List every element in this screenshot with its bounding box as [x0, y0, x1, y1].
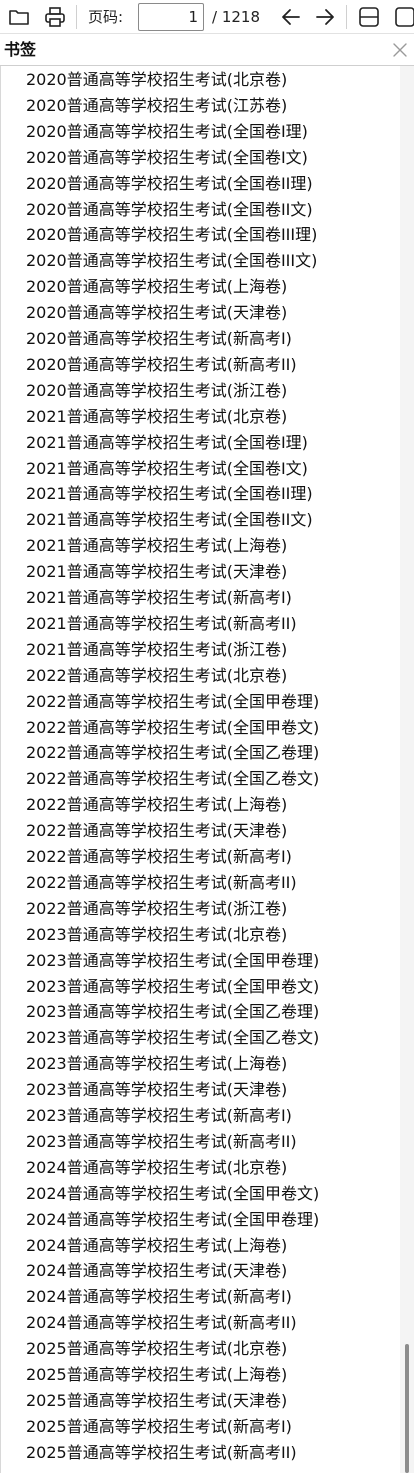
- bookmark-item[interactable]: 2023普通高等学校招生考试(北京卷): [26, 922, 287, 948]
- bookmark-item[interactable]: 2021普通高等学校招生考试(全国卷II文): [26, 507, 313, 533]
- bookmark-item[interactable]: 2024普通高等学校招生考试(新高考I): [26, 1284, 292, 1310]
- bookmark-item[interactable]: 2022普通高等学校招生考试(新高考I): [26, 844, 292, 870]
- bookmark-item[interactable]: 2022普通高等学校招生考试(浙江卷): [26, 896, 287, 922]
- arrow-right-icon[interactable]: [312, 4, 338, 30]
- bookmark-item[interactable]: 2024普通高等学校招生考试(天津卷): [26, 1258, 287, 1284]
- bookmark-item[interactable]: 2021普通高等学校招生考试(全国卷I理): [26, 430, 308, 456]
- bookmark-item[interactable]: 2022普通高等学校招生考试(上海卷): [26, 792, 287, 818]
- page-label: 页码:: [88, 8, 124, 26]
- scrollbar-thumb[interactable]: [405, 1344, 409, 1473]
- folder-icon[interactable]: [6, 4, 32, 30]
- bookmark-item[interactable]: 2020普通高等学校招生考试(天津卷): [26, 300, 287, 326]
- page-view-icon[interactable]: [392, 4, 414, 30]
- print-icon[interactable]: [42, 4, 68, 30]
- bookmark-item[interactable]: 2023普通高等学校招生考试(全国甲卷文): [26, 974, 319, 1000]
- bookmark-item[interactable]: 2024普通高等学校招生考试(上海卷): [26, 1233, 287, 1259]
- bookmark-item[interactable]: 2020普通高等学校招生考试(全国卷II理): [26, 171, 313, 197]
- page-number-input[interactable]: [138, 3, 204, 31]
- bookmark-list[interactable]: 2020普通高等学校招生考试(北京卷) 2020普通高等学校招生考试(江苏卷) 20…: [0, 66, 400, 1473]
- bookmark-item[interactable]: 2022普通高等学校招生考试(北京卷): [26, 663, 287, 689]
- bookmark-item[interactable]: 2023普通高等学校招生考试(上海卷): [26, 1051, 287, 1077]
- bookmark-item[interactable]: 2025普通高等学校招生考试(天津卷): [26, 1388, 287, 1414]
- bookmark-item[interactable]: 2021普通高等学校招生考试(浙江卷): [26, 637, 287, 663]
- bookmark-item[interactable]: 2025普通高等学校招生考试(上海卷): [26, 1362, 287, 1388]
- bookmark-item[interactable]: 2024普通高等学校招生考试(北京卷): [26, 1155, 287, 1181]
- bookmark-item[interactable]: 2025普通高等学校招生考试(新高考I): [26, 1414, 292, 1440]
- page-total: / 1218: [212, 8, 260, 26]
- toolbar: 页码: / 1218: [0, 0, 414, 34]
- bookmark-item[interactable]: 2021普通高等学校招生考试(新高考I): [26, 585, 292, 611]
- bookmark-item[interactable]: 2022普通高等学校招生考试(全国乙卷文): [26, 766, 319, 792]
- bookmark-item[interactable]: 2021普通高等学校招生考试(全国卷II理): [26, 481, 313, 507]
- bookmark-item[interactable]: 2020普通高等学校招生考试(新高考II): [26, 352, 297, 378]
- bookmark-item[interactable]: 2022普通高等学校招生考试(全国甲卷理): [26, 689, 319, 715]
- bookmark-item[interactable]: 2024普通高等学校招生考试(全国甲卷理): [26, 1207, 319, 1233]
- bookmark-item[interactable]: 2021普通高等学校招生考试(北京卷): [26, 404, 287, 430]
- bookmark-item[interactable]: 2023普通高等学校招生考试(新高考II): [26, 1129, 297, 1155]
- bookmarks-title: 书签: [4, 40, 37, 59]
- bookmark-item[interactable]: 2021普通高等学校招生考试(全国卷I文): [26, 456, 308, 482]
- bookmark-item[interactable]: 2022普通高等学校招生考试(全国乙卷理): [26, 740, 319, 766]
- bookmarks-header: 书签: [0, 34, 414, 66]
- bookmark-item[interactable]: 2020普通高等学校招生考试(江苏卷): [26, 93, 287, 119]
- bookmark-item[interactable]: 2021普通高等学校招生考试(新高考II): [26, 611, 297, 637]
- bookmark-item[interactable]: 2023普通高等学校招生考试(全国乙卷理): [26, 999, 319, 1025]
- bookmark-item[interactable]: 2021普通高等学校招生考试(上海卷): [26, 533, 287, 559]
- close-icon[interactable]: [390, 40, 410, 60]
- bookmark-item[interactable]: 2022普通高等学校招生考试(全国甲卷文): [26, 715, 319, 741]
- toolbar-divider: [346, 5, 347, 29]
- arrow-left-icon[interactable]: [278, 4, 304, 30]
- bookmark-item[interactable]: 2023普通高等学校招生考试(全国乙卷文): [26, 1025, 319, 1051]
- bookmark-item[interactable]: 2022普通高等学校招生考试(新高考II): [26, 870, 297, 896]
- bookmark-item[interactable]: 2024普通高等学校招生考试(新高考II): [26, 1310, 297, 1336]
- bookmark-item[interactable]: 2020普通高等学校招生考试(全国卷I文): [26, 145, 308, 171]
- page-fit-icon[interactable]: [356, 4, 382, 30]
- scrollbar[interactable]: [400, 66, 414, 1473]
- bookmark-item[interactable]: 2022普通高等学校招生考试(天津卷): [26, 818, 287, 844]
- bookmark-item[interactable]: 2021普通高等学校招生考试(天津卷): [26, 559, 287, 585]
- bookmark-item[interactable]: 2023普通高等学校招生考试(新高考I): [26, 1103, 292, 1129]
- bookmark-item[interactable]: 2023普通高等学校招生考试(天津卷): [26, 1077, 287, 1103]
- bookmark-item[interactable]: 2020普通高等学校招生考试(全国卷III理): [26, 222, 317, 248]
- toolbar-divider: [76, 5, 77, 29]
- bookmark-item[interactable]: 2020普通高等学校招生考试(北京卷): [26, 67, 287, 93]
- bookmark-item[interactable]: 2023普通高等学校招生考试(全国甲卷理): [26, 948, 319, 974]
- bookmark-item[interactable]: 2020普通高等学校招生考试(新高考I): [26, 326, 292, 352]
- bookmark-item[interactable]: 2020普通高等学校招生考试(浙江卷): [26, 378, 287, 404]
- bookmark-item[interactable]: 2020普通高等学校招生考试(上海卷): [26, 274, 287, 300]
- bookmark-item[interactable]: 2025普通高等学校招生考试(新高考II): [26, 1440, 297, 1466]
- bookmark-item[interactable]: 2020普通高等学校招生考试(全国卷II文): [26, 197, 313, 223]
- bookmark-item[interactable]: 2025普通高等学校招生考试(北京卷): [26, 1336, 287, 1362]
- bookmark-item[interactable]: 2020普通高等学校招生考试(全国卷I理): [26, 119, 308, 145]
- bookmark-item[interactable]: 2020普通高等学校招生考试(全国卷III文): [26, 248, 317, 274]
- bookmark-item[interactable]: 2024普通高等学校招生考试(全国甲卷文): [26, 1181, 319, 1207]
